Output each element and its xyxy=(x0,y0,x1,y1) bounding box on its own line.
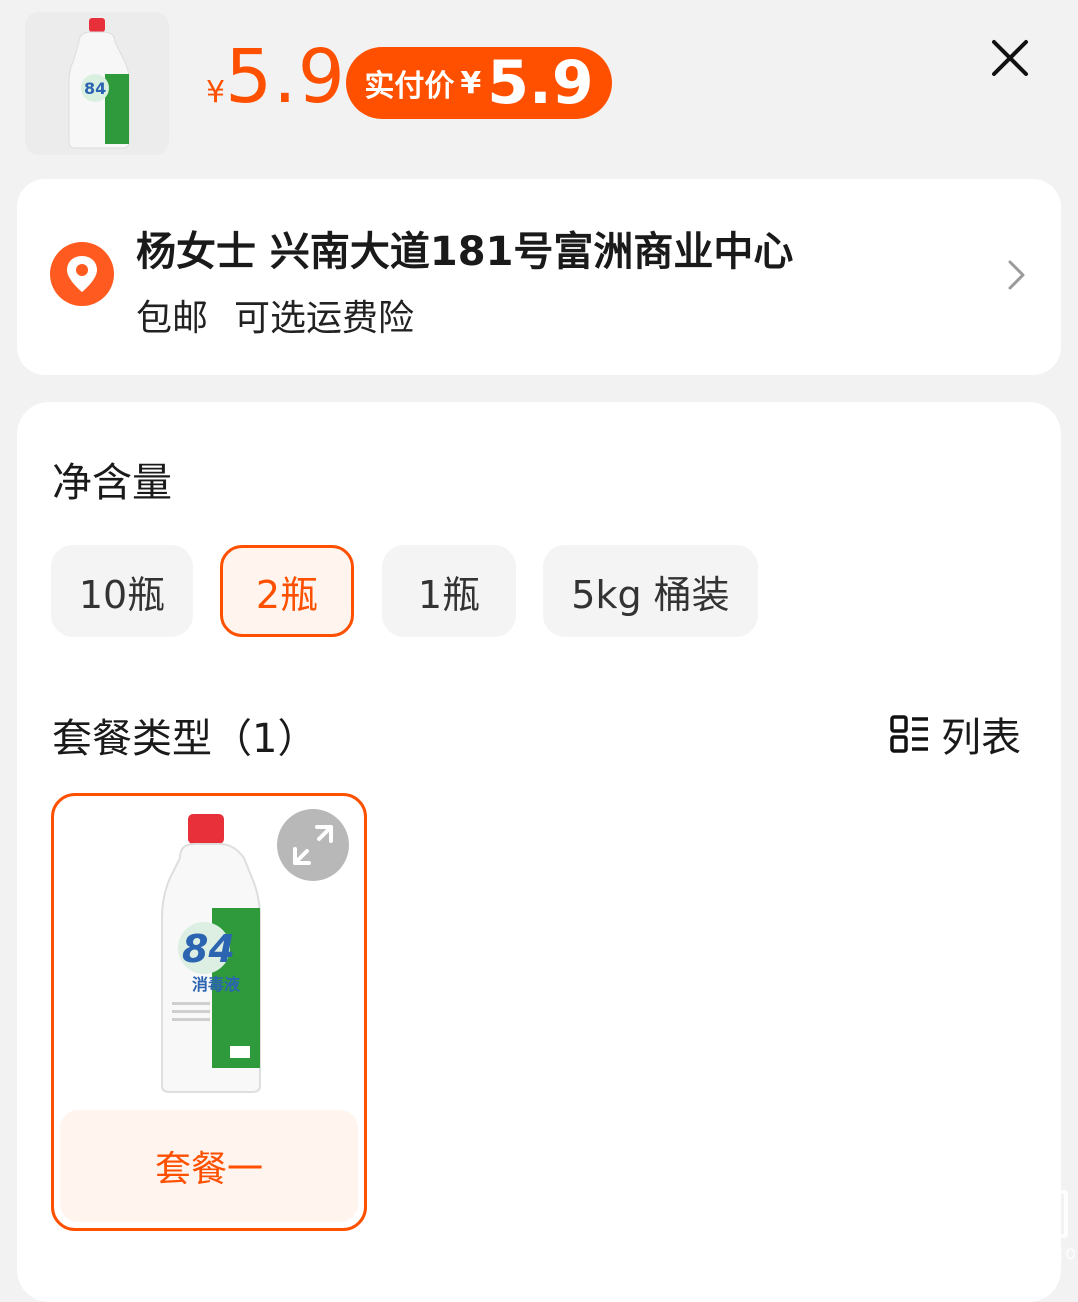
thumb-bottle-number: 84 xyxy=(84,79,106,98)
bottle-number-text: 84 xyxy=(182,927,235,971)
shipping-info: 包邮 可选运费险 xyxy=(136,289,414,341)
list-view-icon xyxy=(890,715,928,753)
actual-price-currency: ¥ xyxy=(460,65,482,101)
address-card[interactable] xyxy=(17,179,1061,375)
close-icon[interactable] xyxy=(988,36,1032,80)
price-display: ¥5.9 xyxy=(206,40,346,114)
free-shipping-label: 包邮 xyxy=(136,298,209,339)
bottle-image: 84 xyxy=(68,18,130,149)
package-label: 套餐一 xyxy=(154,1149,263,1190)
option-2-bottles[interactable]: 2瓶 xyxy=(220,545,354,637)
actual-price-value: 5.9 xyxy=(487,48,594,118)
watermark-logo xyxy=(928,1190,1073,1238)
watermark-domain: zhizhizhi.com xyxy=(928,1242,1078,1264)
list-view-label: 列表 xyxy=(941,715,1021,761)
chevron-right-icon[interactable] xyxy=(1005,258,1029,292)
option-1-bottle[interactable]: 1瓶 xyxy=(382,545,516,637)
product-thumbnail[interactable]: 84 xyxy=(25,12,169,155)
close-button[interactable] xyxy=(988,36,1032,80)
actual-price-badge: 实付价 ¥ 5.9 xyxy=(346,47,612,119)
shipping-insurance-label: 可选运费险 xyxy=(234,298,415,339)
bottle-label-text: 消毒液 xyxy=(192,975,241,994)
list-view-toggle[interactable]: 列表 xyxy=(889,705,1021,763)
location-pin-icon xyxy=(50,242,114,306)
package-type-title: 套餐类型（1） xyxy=(52,716,318,762)
package-label-box: 套餐一 xyxy=(60,1110,358,1222)
currency-symbol: ¥ xyxy=(206,75,226,110)
price-value: 5.9 xyxy=(225,34,346,120)
net-content-title: 净含量 xyxy=(52,460,172,506)
address-recipient-line: 杨女士 兴南大道181号富洲商业中心 xyxy=(136,229,794,275)
option-5kg-barrel[interactable]: 5kg 桶装 xyxy=(543,545,758,637)
expand-button[interactable] xyxy=(277,809,349,881)
actual-price-label: 实付价 xyxy=(364,69,455,104)
expand-icon xyxy=(293,825,333,865)
option-10-bottles[interactable]: 10瓶 xyxy=(51,545,193,637)
watermark: zhizhizhi.com xyxy=(928,1190,1078,1264)
